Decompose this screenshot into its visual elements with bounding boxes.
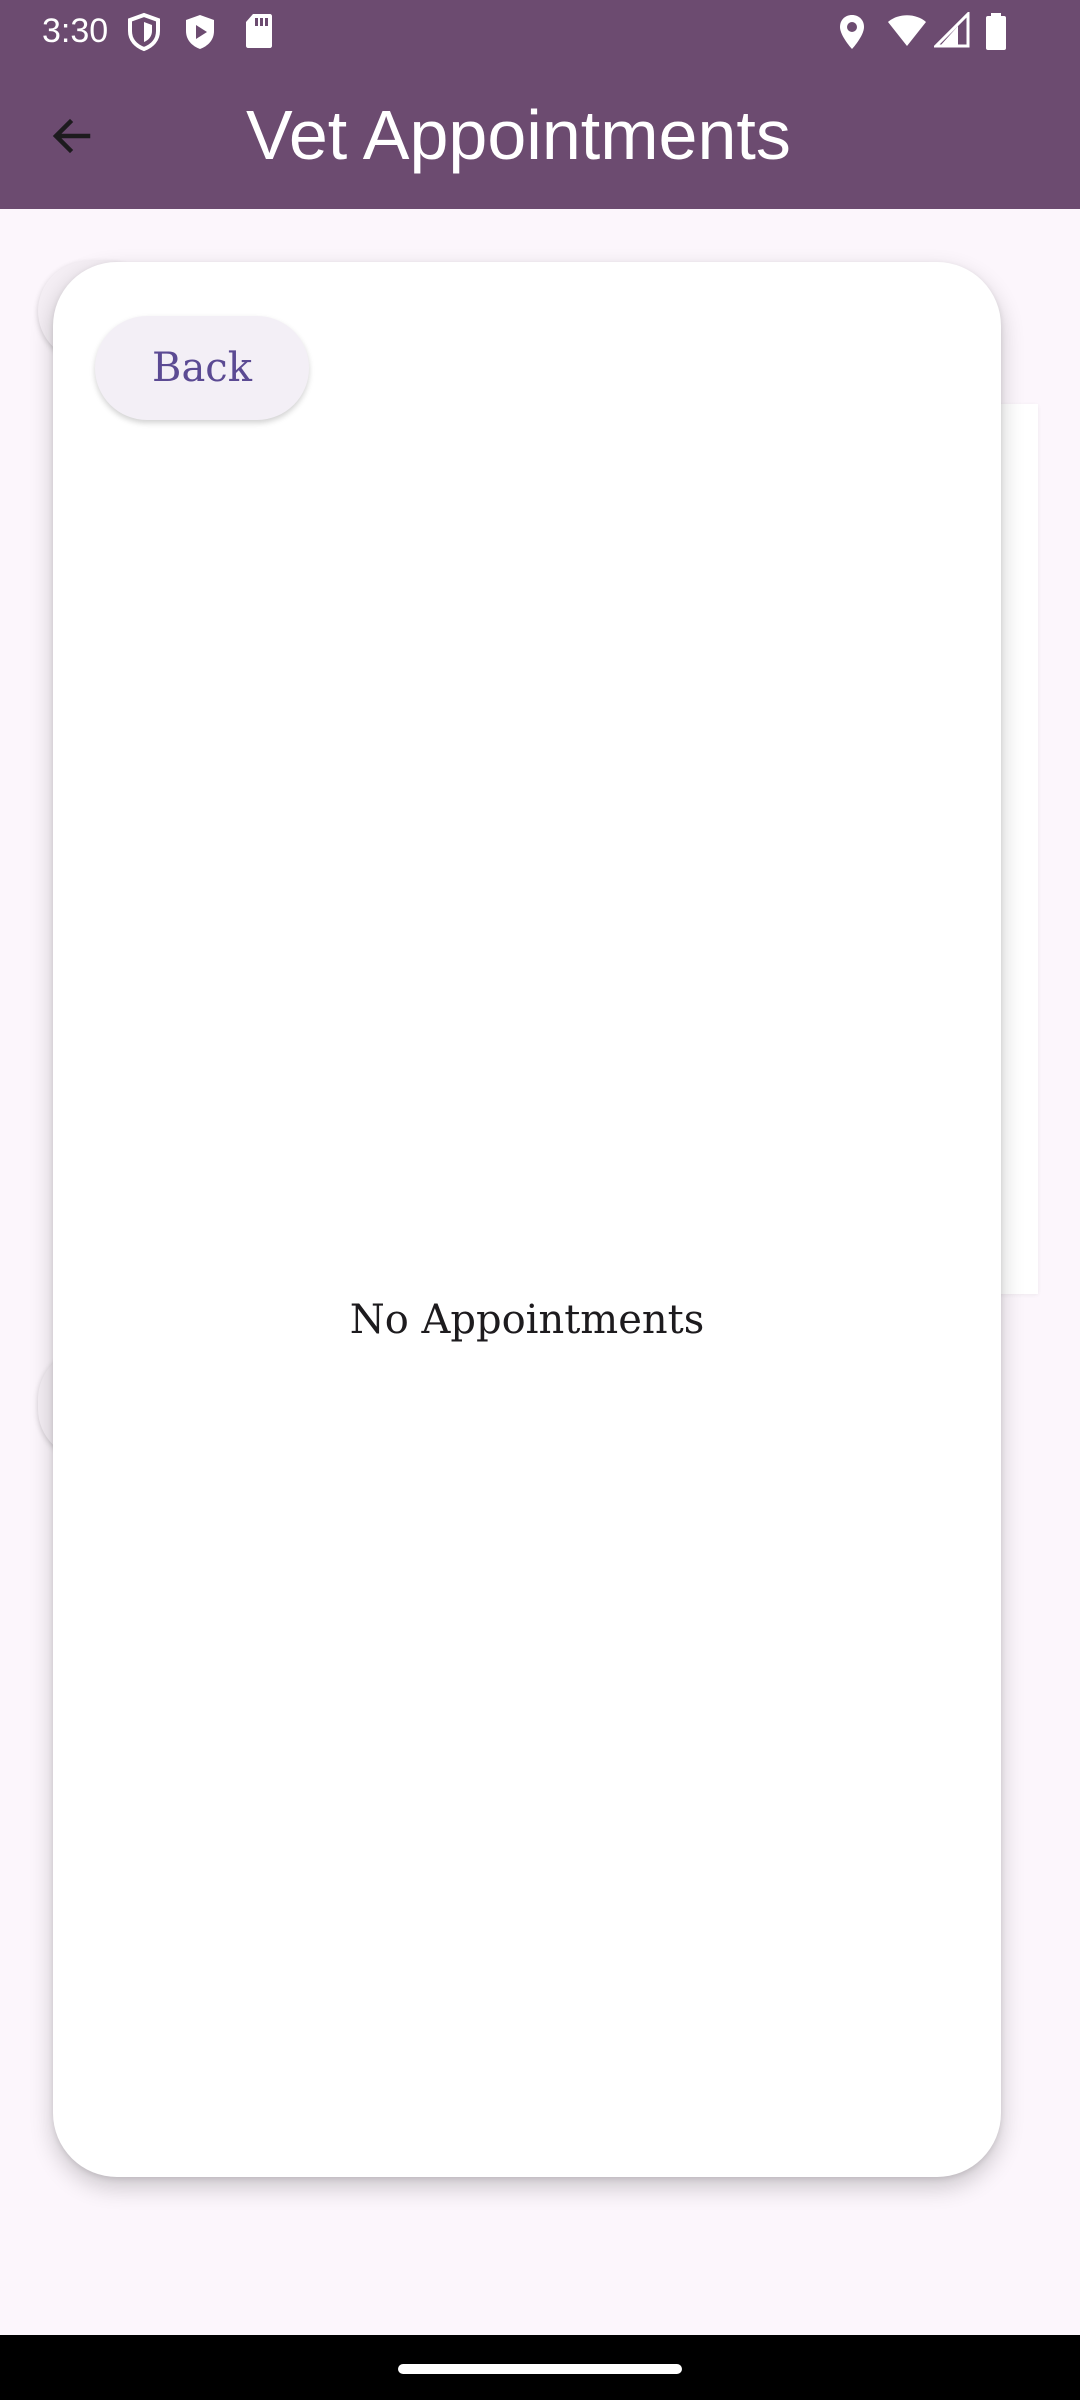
- status-bar: 3:30: [0, 0, 1080, 62]
- wifi-icon: [886, 12, 928, 53]
- home-handle[interactable]: [398, 2364, 682, 2374]
- sd-card-icon: [244, 12, 274, 55]
- arrow-back-icon[interactable]: [36, 100, 108, 172]
- play-shield-icon: [182, 12, 218, 57]
- battery-icon: [984, 12, 1008, 57]
- shield-icon: [126, 12, 162, 57]
- location-icon: [836, 12, 868, 57]
- signal-icon: [932, 10, 970, 53]
- app-bar: Vet Appointments: [0, 62, 1080, 209]
- back-button[interactable]: Back: [95, 316, 309, 420]
- empty-state-message: No Appointments: [349, 1297, 705, 1343]
- navigation-bar: [0, 2335, 1080, 2400]
- page-title: Vet Appointments: [246, 96, 791, 174]
- appointments-dialog: Back No Appointments: [53, 262, 1001, 2177]
- status-time: 3:30: [42, 12, 109, 50]
